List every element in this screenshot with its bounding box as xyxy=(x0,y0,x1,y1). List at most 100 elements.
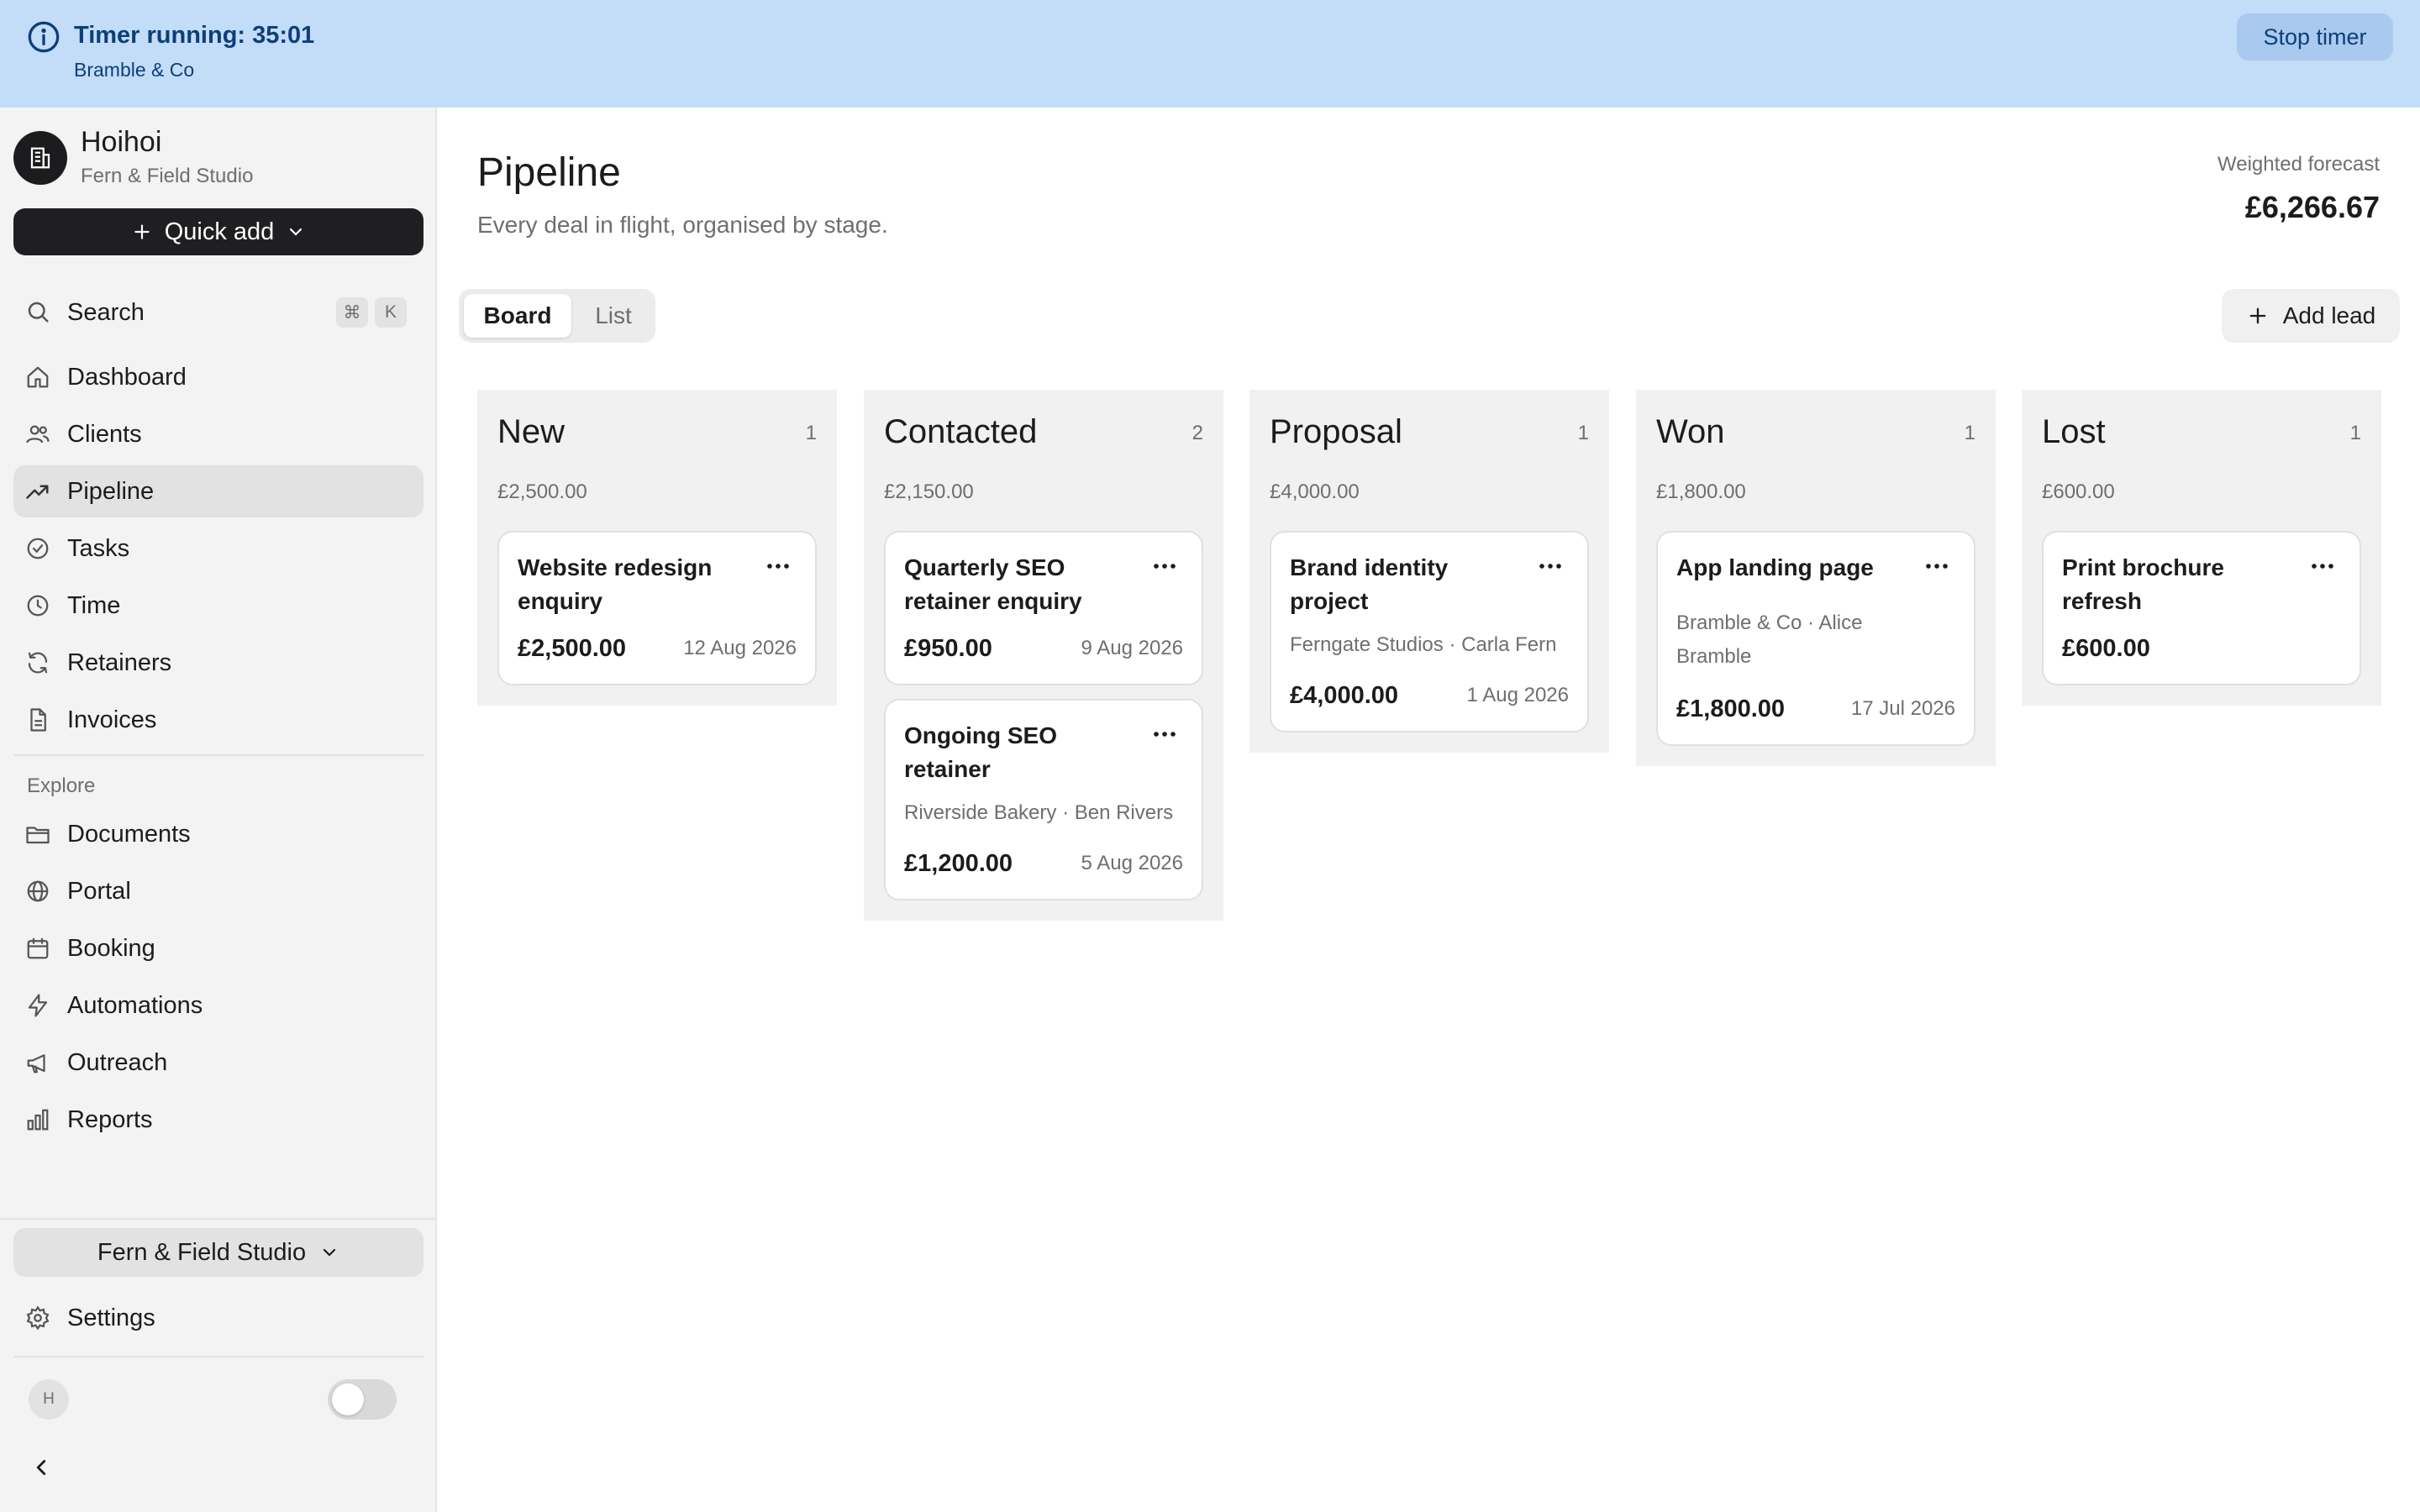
refresh-icon xyxy=(25,650,50,675)
column-total: £2,150.00 xyxy=(884,480,974,503)
sidebar-divider xyxy=(13,754,424,756)
sidebar-item-invoices[interactable]: Invoices xyxy=(13,694,424,746)
deal-card[interactable]: Quarterly SEO retainer enquiry £950.00 9… xyxy=(884,531,1203,685)
stage-column-proposal: Proposal 1 £4,000.00 Brand identity proj… xyxy=(1249,390,1609,753)
zap-icon xyxy=(25,993,50,1018)
workspace-name: Hoihoi xyxy=(81,126,162,158)
sidebar-item-label: Outreach xyxy=(67,1049,168,1076)
sidebar-item-documents[interactable]: Documents xyxy=(13,808,424,860)
stop-timer-button[interactable]: Stop timer xyxy=(2237,13,2393,60)
column-count: 1 xyxy=(805,422,817,444)
toggle-knob xyxy=(332,1383,364,1415)
more-horizontal-icon[interactable] xyxy=(1151,726,1178,743)
stage-column-new: New 1 £2,500.00 Website redesign enquiry… xyxy=(477,390,837,706)
plus-icon xyxy=(134,224,150,239)
deal-card[interactable]: App landing page Bramble & Co · Alice Br… xyxy=(1656,531,1975,746)
deal-card[interactable]: Brand identity project Ferngate Studios … xyxy=(1270,531,1589,732)
search-button[interactable]: Search ⌘ K xyxy=(13,287,424,336)
sidebar-item-booking[interactable]: Booking xyxy=(13,922,424,974)
stage-column-won: Won 1 £1,800.00 App landing page Bramble… xyxy=(1636,390,1996,766)
shortcut-cmd-key: ⌘ xyxy=(336,297,368,328)
more-horizontal-icon[interactable] xyxy=(1151,558,1178,575)
calendar-icon xyxy=(25,936,50,961)
sidebar-item-label: Retainers xyxy=(67,649,172,676)
sidebar-divider xyxy=(13,1356,424,1357)
workspace-switcher-label: Fern & Field Studio xyxy=(97,1238,307,1266)
deal-title: App landing page xyxy=(1676,554,1874,580)
quick-add-label: Quick add xyxy=(164,218,275,245)
tab-board[interactable]: Board xyxy=(464,294,571,338)
column-title: Proposal xyxy=(1270,413,1402,450)
sidebar-item-dashboard[interactable]: Dashboard xyxy=(13,351,424,403)
timer-status: Timer running: 35:01 xyxy=(74,22,315,49)
sidebar-item-portal[interactable]: Portal xyxy=(13,865,424,917)
chevron-down-icon xyxy=(290,228,302,236)
sidebar-item-settings[interactable]: Settings xyxy=(13,1292,424,1344)
view-switcher: Board List xyxy=(459,289,655,343)
add-lead-button[interactable]: Add lead xyxy=(2222,289,2400,343)
deal-title: Brand identity project xyxy=(1290,554,1449,614)
deal-title: Print brochure refresh xyxy=(2062,554,2224,614)
column-title: Contacted xyxy=(884,413,1038,450)
sidebar-item-label: Pipeline xyxy=(67,478,155,505)
sidebar-item-clients[interactable]: Clients xyxy=(13,408,424,460)
forecast-label: Weighted forecast xyxy=(2217,153,2380,176)
shortcut-k-key: K xyxy=(375,297,407,328)
deal-title: Quarterly SEO retainer enquiry xyxy=(904,554,1082,614)
bar-chart-icon xyxy=(25,1107,50,1132)
column-total: £1,800.00 xyxy=(1656,480,1746,503)
column-count: 2 xyxy=(1192,422,1203,444)
sidebar-item-retainers[interactable]: Retainers xyxy=(13,637,424,689)
deal-meta: Riverside Bakery · Ben Rivers xyxy=(904,801,1174,824)
quick-add-button[interactable]: Quick add xyxy=(13,208,424,255)
deal-value: £600.00 xyxy=(2062,635,2150,662)
sidebar-item-automations[interactable]: Automations xyxy=(13,979,424,1032)
deal-value: £4,000.00 xyxy=(1290,682,1399,709)
forecast-value: £6,266.67 xyxy=(2244,190,2380,224)
deal-meta: Ferngate Studios · Carla Fern xyxy=(1290,633,1557,656)
deal-meta: Bramble & Co · Alice Bramble xyxy=(1676,612,1863,668)
tab-list[interactable]: List xyxy=(576,294,650,338)
deal-card[interactable]: Print brochure refresh £600.00 xyxy=(2042,531,2361,685)
sidebar-divider xyxy=(0,1218,437,1220)
user-avatar[interactable]: H xyxy=(29,1379,69,1420)
trending-up-icon xyxy=(25,479,50,504)
deal-card[interactable]: Ongoing SEO retainer Riverside Bakery · … xyxy=(884,699,1203,900)
deal-date: 1 Aug 2026 xyxy=(1466,684,1569,706)
column-count: 1 xyxy=(1964,422,1975,444)
more-horizontal-icon[interactable] xyxy=(2309,558,2336,575)
theme-toggle[interactable] xyxy=(328,1379,397,1420)
column-count: 1 xyxy=(1577,422,1589,444)
sidebar-item-outreach[interactable]: Outreach xyxy=(13,1037,424,1089)
more-horizontal-icon[interactable] xyxy=(1537,558,1564,575)
sidebar-item-label: Dashboard xyxy=(67,364,187,391)
sidebar-item-pipeline[interactable]: Pipeline xyxy=(13,465,424,517)
check-circle-icon xyxy=(25,536,50,561)
globe-icon xyxy=(25,879,50,904)
info-icon xyxy=(27,20,60,54)
sidebar-item-label: Automations xyxy=(67,992,203,1019)
sidebar-item-reports[interactable]: Reports xyxy=(13,1094,424,1146)
megaphone-icon xyxy=(25,1050,50,1075)
page-title: Pipeline xyxy=(477,150,621,195)
column-title: Lost xyxy=(2042,413,2106,450)
more-horizontal-icon[interactable] xyxy=(765,558,792,575)
collapse-sidebar-icon[interactable] xyxy=(29,1455,54,1480)
sidebar-item-label: Booking xyxy=(67,935,155,962)
workspace-switcher[interactable]: Fern & Field Studio xyxy=(13,1228,424,1277)
sidebar-item-time[interactable]: Time xyxy=(13,580,424,632)
sidebar-item-label: Clients xyxy=(67,421,142,448)
folder-icon xyxy=(25,822,50,847)
building-icon xyxy=(30,147,50,169)
gear-icon xyxy=(25,1305,50,1331)
stage-column-lost: Lost 1 £600.00 Print brochure refresh £6… xyxy=(2022,390,2381,706)
column-total: £4,000.00 xyxy=(1270,480,1360,503)
timer-client[interactable]: Bramble & Co xyxy=(74,59,194,81)
column-title: Won xyxy=(1656,413,1725,450)
deal-value: £1,200.00 xyxy=(904,850,1013,877)
sidebar-item-tasks[interactable]: Tasks xyxy=(13,522,424,575)
more-horizontal-icon[interactable] xyxy=(1923,558,1950,575)
workspace-avatar[interactable] xyxy=(13,131,67,185)
sidebar-item-label: Tasks xyxy=(67,535,130,562)
deal-card[interactable]: Website redesign enquiry £2,500.00 12 Au… xyxy=(497,531,817,685)
